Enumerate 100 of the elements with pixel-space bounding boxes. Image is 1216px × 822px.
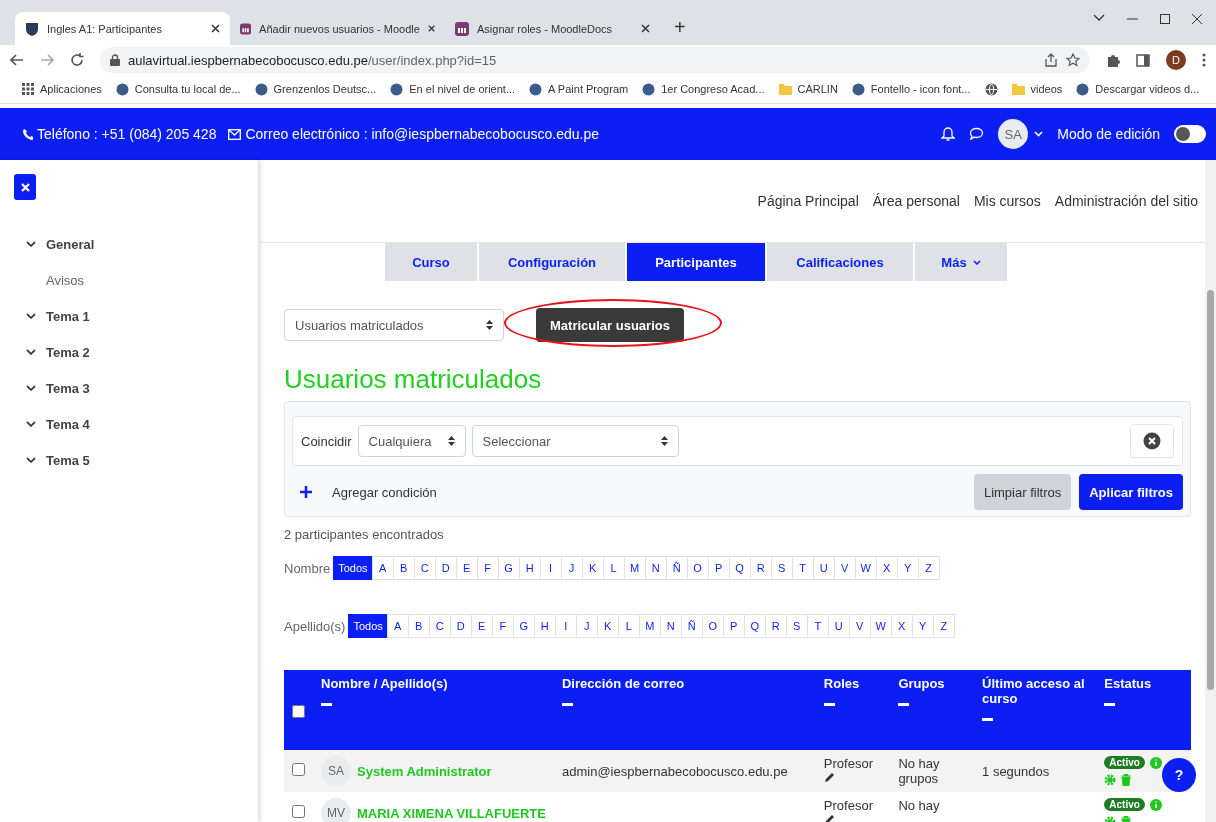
nav-link[interactable]: Página Principal	[757, 193, 859, 209]
share-icon[interactable]	[1044, 53, 1058, 67]
initial-filter[interactable]: G	[512, 614, 535, 638]
clear-filters-button[interactable]: Limpiar filtros	[973, 474, 1072, 510]
browser-tab[interactable]: Asignar roles - MoodleDocs	[445, 12, 660, 45]
initial-filter[interactable]: Ñ	[665, 556, 688, 580]
sort-dash-icon[interactable]	[898, 703, 910, 706]
new-tab-button[interactable]: +	[670, 16, 690, 39]
profile-avatar[interactable]: D	[1166, 50, 1186, 70]
initial-filter[interactable]: R	[764, 614, 787, 638]
bookmark[interactable]: En el nivel de orient...	[390, 82, 516, 96]
sort-dash-icon[interactable]	[823, 703, 835, 706]
section-item[interactable]: Tema 5	[14, 442, 96, 478]
initial-filter[interactable]: O	[701, 614, 724, 638]
initial-filter[interactable]: V	[833, 556, 856, 580]
course-tab[interactable]: Participantes	[627, 243, 765, 281]
column-header[interactable]: Nombre / Apellido(s)	[321, 676, 546, 691]
initial-filter[interactable]: X	[890, 614, 913, 638]
browser-tab[interactable]: Añadir nuevos usuarios - Moodle	[230, 12, 445, 45]
initial-filter[interactable]: P	[722, 614, 745, 638]
initial-filter[interactable]: T	[791, 556, 814, 580]
bookmark[interactable]: Consulta tu local de...	[115, 82, 241, 96]
initial-filter[interactable]: K	[596, 614, 619, 638]
initial-filter[interactable]: E	[455, 556, 478, 580]
initial-filter[interactable]: O	[686, 556, 709, 580]
bookmark[interactable]: Aplicaciones	[22, 83, 102, 95]
bookmark[interactable]: videos	[1011, 83, 1063, 95]
close-icon[interactable]	[641, 24, 650, 33]
pencil-icon[interactable]	[823, 772, 835, 783]
address-bar[interactable]: aulavirtual.iespbernabecobocusco.edu.pe/user/index.php?id=15	[100, 47, 1090, 73]
close-drawer-button[interactable]	[14, 174, 36, 200]
initial-filter[interactable]: R	[749, 556, 772, 580]
row-checkbox[interactable]	[292, 805, 305, 818]
nav-link[interactable]: Administración del sitio	[1054, 193, 1198, 209]
initial-filter[interactable]: I	[554, 614, 577, 638]
match-select[interactable]: Cualquiera	[357, 425, 466, 457]
initial-filter[interactable]: N	[644, 556, 667, 580]
sort-dash-icon[interactable]	[982, 718, 994, 721]
enrol-users-button[interactable]: Matricular usuarios	[536, 308, 684, 342]
initial-filter[interactable]: P	[707, 556, 730, 580]
kebab-menu-icon[interactable]	[1202, 53, 1206, 67]
initial-filter[interactable]: U	[827, 614, 850, 638]
bookmark[interactable]: 1er Congreso Acad...	[642, 82, 765, 96]
bookmark[interactable]: Descargar videos d...	[1076, 82, 1200, 96]
initial-filter[interactable]: J	[575, 614, 598, 638]
section-item[interactable]: Tema 3	[14, 370, 96, 406]
initial-filter[interactable]: X	[875, 556, 898, 580]
nav-link[interactable]: Mis cursos	[973, 193, 1041, 209]
bookmark[interactable]: CARLIN	[778, 83, 838, 95]
section-item[interactable]: Tema 2	[14, 334, 96, 370]
pencil-icon[interactable]	[823, 814, 835, 822]
add-condition-link[interactable]: Agregar condición	[332, 484, 437, 500]
sort-dash-icon[interactable]	[1104, 703, 1116, 706]
initial-filter[interactable]: D	[449, 614, 472, 638]
initial-filter[interactable]: U	[812, 556, 835, 580]
initial-filter[interactable]: B	[392, 556, 415, 580]
initial-filter[interactable]: C	[428, 614, 451, 638]
bookmark[interactable]: Fontello - icon font...	[851, 82, 971, 96]
initial-filter[interactable]: Q	[728, 556, 751, 580]
initial-filter[interactable]: N	[659, 614, 682, 638]
column-header[interactable]: Grupos	[898, 676, 967, 691]
initial-filter[interactable]: W	[854, 556, 877, 580]
close-icon[interactable]	[427, 24, 435, 33]
initial-filter[interactable]: K	[581, 556, 604, 580]
edit-mode-toggle[interactable]	[1174, 125, 1206, 143]
back-arrow-icon[interactable]	[10, 54, 24, 66]
bell-icon[interactable]	[941, 126, 956, 142]
initial-filter[interactable]: L	[617, 614, 640, 638]
column-header[interactable]: Dirección de correo	[562, 676, 808, 691]
puzzle-icon[interactable]	[1106, 53, 1120, 67]
initial-filter[interactable]: G	[497, 556, 520, 580]
condition-select[interactable]: Seleccionar	[471, 425, 679, 457]
bookmark[interactable]: Grenzenlos Deutsc...	[254, 82, 377, 96]
bookmark[interactable]	[984, 82, 998, 96]
initial-filter[interactable]: I	[539, 556, 562, 580]
initial-filter[interactable]: M	[623, 556, 646, 580]
initial-filter[interactable]: H	[518, 556, 541, 580]
initial-filter[interactable]: L	[602, 556, 625, 580]
initial-filter[interactable]: Todos	[333, 556, 373, 580]
close-icon[interactable]	[211, 24, 220, 33]
initial-filter[interactable]: F	[491, 614, 514, 638]
course-tab[interactable]: Calificaciones	[767, 243, 913, 281]
initial-filter[interactable]: S	[770, 556, 793, 580]
initial-filter[interactable]: Z	[932, 614, 955, 638]
section-item[interactable]: Tema 1	[14, 298, 96, 334]
initial-filter[interactable]: V	[848, 614, 871, 638]
initial-filter[interactable]: Y	[896, 556, 919, 580]
initial-filter[interactable]: C	[413, 556, 436, 580]
initial-filter[interactable]: D	[434, 556, 457, 580]
nav-link[interactable]: Área personal	[872, 193, 960, 209]
side-panel-icon[interactable]	[1136, 53, 1150, 67]
remove-condition-button[interactable]	[1130, 424, 1174, 458]
section-item[interactable]: General	[14, 226, 101, 262]
plus-icon[interactable]	[300, 486, 312, 498]
section-item[interactable]: Tema 4	[14, 406, 96, 442]
select-all-checkbox[interactable]	[292, 705, 305, 718]
initial-filter[interactable]: T	[806, 614, 829, 638]
section-link[interactable]: Avisos	[14, 262, 91, 298]
user-avatar[interactable]: SA	[998, 119, 1029, 149]
initial-filter[interactable]: M	[638, 614, 661, 638]
